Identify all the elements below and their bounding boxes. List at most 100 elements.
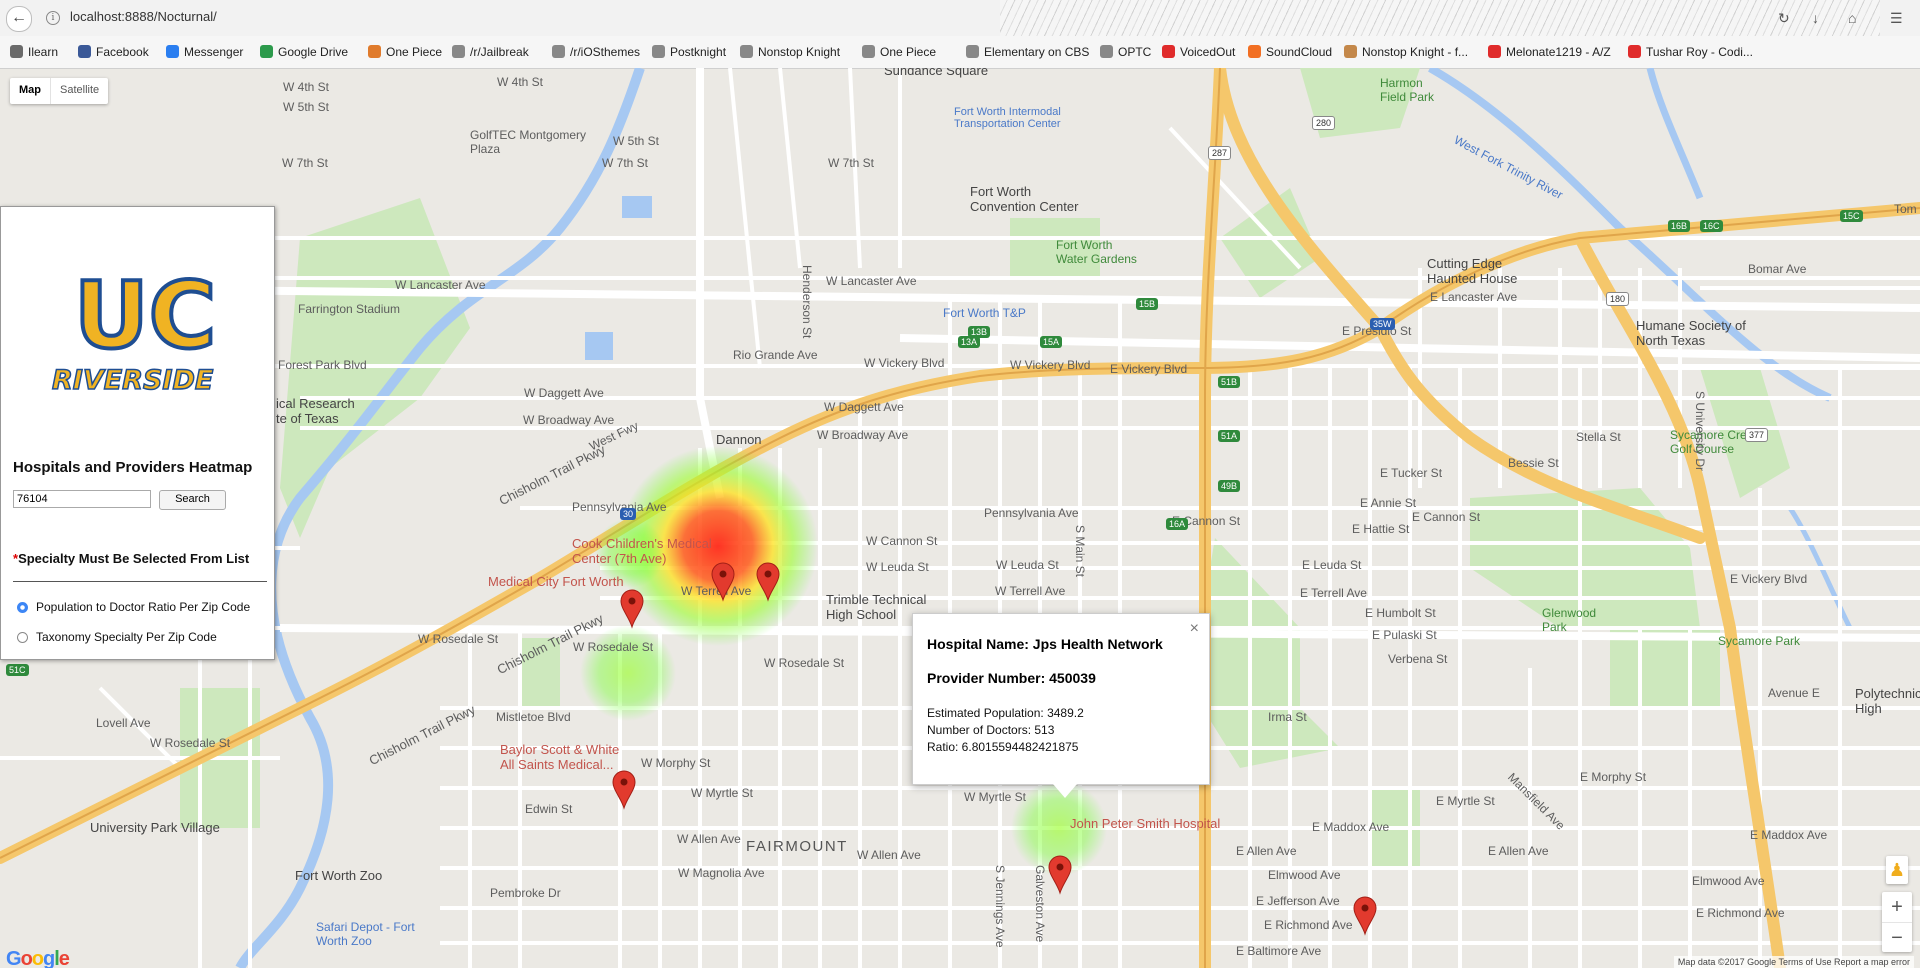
bookmark-item[interactable]: SoundCloud	[1248, 45, 1332, 59]
bookmark-favicon-icon	[1488, 45, 1501, 58]
bookmark-item[interactable]: Ilearn	[10, 45, 58, 59]
bookmark-favicon-icon	[368, 45, 381, 58]
zoom-out-button[interactable]: −	[1882, 923, 1912, 953]
bookmark-favicon-icon	[740, 45, 753, 58]
bookmark-item[interactable]: /r/Jailbreak	[452, 45, 529, 59]
radio-button-checked[interactable]	[17, 602, 28, 613]
bookmark-item[interactable]: Nonstop Knight - f...	[1344, 45, 1468, 59]
hospital-marker-icon[interactable]	[711, 562, 735, 602]
required-text: Specialty Must Be Selected From List	[18, 551, 250, 566]
bookmark-favicon-icon	[1162, 45, 1175, 58]
markers-layer	[612, 562, 1377, 936]
back-button[interactable]: ←	[6, 6, 32, 32]
bookmark-item[interactable]: Facebook	[78, 45, 149, 59]
radio-label: Taxonomy Specialty Per Zip Code	[36, 630, 217, 644]
marker-dot	[719, 570, 727, 578]
bookmark-item[interactable]: One Piece	[368, 45, 442, 59]
bookmark-label: Google Drive	[278, 45, 349, 59]
address-bar: ← i localhost:8888/Nocturnal/ ↻ ↓ ⌂ ☰	[0, 0, 1920, 68]
bookmark-label: Melonate1219 - A/Z	[1506, 45, 1611, 59]
bookmark-item[interactable]: /r/iOSthemes	[552, 45, 640, 59]
bookmark-label: /r/Jailbreak	[470, 45, 529, 59]
bookmark-favicon-icon	[166, 45, 179, 58]
close-icon[interactable]: ×	[1190, 620, 1199, 638]
marker-dot	[620, 778, 628, 786]
hospital-marker-icon[interactable]	[612, 770, 636, 810]
reload-icon[interactable]: ↻	[1778, 10, 1790, 27]
ratio-value: Ratio: 6.8015594482421875	[927, 740, 1079, 754]
url-field[interactable]: localhost:8888/Nocturnal/	[70, 9, 217, 24]
logo-text-riverside: RIVERSIDE	[52, 365, 214, 396]
zip-input[interactable]	[13, 490, 151, 508]
bookmark-label: Elementary on CBS	[984, 45, 1090, 59]
map-canvas[interactable]: Sundance Square GolfTEC Montgomery Plaza…	[0, 68, 1920, 968]
bookmark-favicon-icon	[552, 45, 565, 58]
radio-label: Population to Doctor Ratio Per Zip Code	[36, 600, 251, 614]
hospital-info-window: × Hospital Name: Jps Health Network Prov…	[912, 613, 1210, 798]
logo-text-uc: UC	[74, 262, 216, 369]
bookmark-label: Nonstop Knight	[758, 45, 841, 59]
radio-button-unchecked[interactable]	[17, 632, 28, 643]
panel-title: Hospitals and Providers Heatmap	[13, 459, 253, 476]
bookmark-label: OPTC	[1118, 45, 1152, 59]
pegman-icon[interactable]: ♟	[1886, 856, 1908, 884]
bookmark-favicon-icon	[452, 45, 465, 58]
bookmark-label: /r/iOSthemes	[570, 45, 641, 59]
bookmark-item[interactable]: One Piece	[862, 45, 936, 59]
hospital-name: Hospital Name: Jps Health Network	[927, 636, 1163, 652]
bookmark-item[interactable]: Melonate1219 - A/Z	[1488, 45, 1611, 59]
control-panel: UC RIVERSIDE Hospitals and Providers Hea…	[0, 206, 275, 660]
marker-dot	[628, 597, 636, 605]
bookmark-label: Messenger	[184, 45, 244, 59]
search-button[interactable]: Search	[159, 490, 226, 510]
hospital-marker-icon[interactable]	[1353, 896, 1377, 936]
hospital-marker-icon[interactable]	[1048, 855, 1072, 895]
marker-dot	[1056, 863, 1064, 871]
bookmark-label: VoicedOut	[1180, 45, 1236, 59]
bookmark-label: Facebook	[96, 45, 149, 59]
google-logo: Google	[6, 948, 70, 968]
bookmark-label: One Piece	[880, 45, 937, 59]
map-type-satellite-button[interactable]: Satellite	[51, 78, 108, 104]
bookmark-favicon-icon	[1100, 45, 1113, 58]
bookmark-favicon-icon	[78, 45, 91, 58]
zoom-in-button[interactable]: +	[1882, 892, 1912, 923]
menu-icon[interactable]: ☰	[1890, 10, 1903, 27]
bookmark-item[interactable]: Google Drive	[260, 45, 348, 59]
download-icon[interactable]: ↓	[1812, 10, 1819, 26]
marker-dot	[1361, 904, 1369, 912]
bookmark-favicon-icon	[1628, 45, 1641, 58]
hospital-marker-icon[interactable]	[620, 589, 644, 629]
map-attribution[interactable]: Map data ©2017 Google Terms of Use Repor…	[1673, 956, 1914, 968]
marker-dot	[764, 570, 772, 578]
bookmark-item[interactable]: OPTC	[1100, 45, 1151, 59]
radio-taxonomy-specialty[interactable]: Taxonomy Specialty Per Zip Code	[17, 630, 217, 644]
bookmark-favicon-icon	[862, 45, 875, 58]
bookmark-favicon-icon	[652, 45, 665, 58]
estimated-population: Estimated Population: 3489.2	[927, 706, 1084, 720]
bookmark-item[interactable]: Messenger	[166, 45, 243, 59]
bookmark-label: Tushar Roy - Codi...	[1646, 45, 1753, 59]
bookmark-favicon-icon	[10, 45, 23, 58]
bookmark-label: Ilearn	[28, 45, 59, 59]
bookmark-label: One Piece	[386, 45, 443, 59]
hospital-marker-icon[interactable]	[756, 562, 780, 602]
radio-population-ratio[interactable]: Population to Doctor Ratio Per Zip Code	[17, 600, 250, 614]
specialty-required-note: *Specialty Must Be Selected From List	[13, 551, 249, 566]
provider-number: Provider Number: 450039	[927, 670, 1096, 686]
bookmark-item[interactable]: Postknight	[652, 45, 726, 59]
bookmark-item[interactable]: VoicedOut	[1162, 45, 1235, 59]
bookmark-favicon-icon	[1248, 45, 1261, 58]
map-type-map-button[interactable]: Map	[10, 78, 51, 104]
home-icon[interactable]: ⌂	[1848, 10, 1856, 26]
bookmark-label: Nonstop Knight - f...	[1362, 45, 1469, 59]
info-icon[interactable]: i	[46, 11, 60, 25]
zoom-control: + −	[1882, 892, 1912, 952]
ucr-logo: UC RIVERSIDE	[51, 260, 218, 397]
bookmark-item[interactable]: Nonstop Knight	[740, 45, 840, 59]
bookmark-item[interactable]: Tushar Roy - Codi...	[1628, 45, 1753, 59]
bookmark-label: SoundCloud	[1266, 45, 1333, 59]
info-window-tail	[1053, 784, 1077, 798]
bookmark-label: Postknight	[670, 45, 727, 59]
bookmark-item[interactable]: Elementary on CBS	[966, 45, 1089, 59]
